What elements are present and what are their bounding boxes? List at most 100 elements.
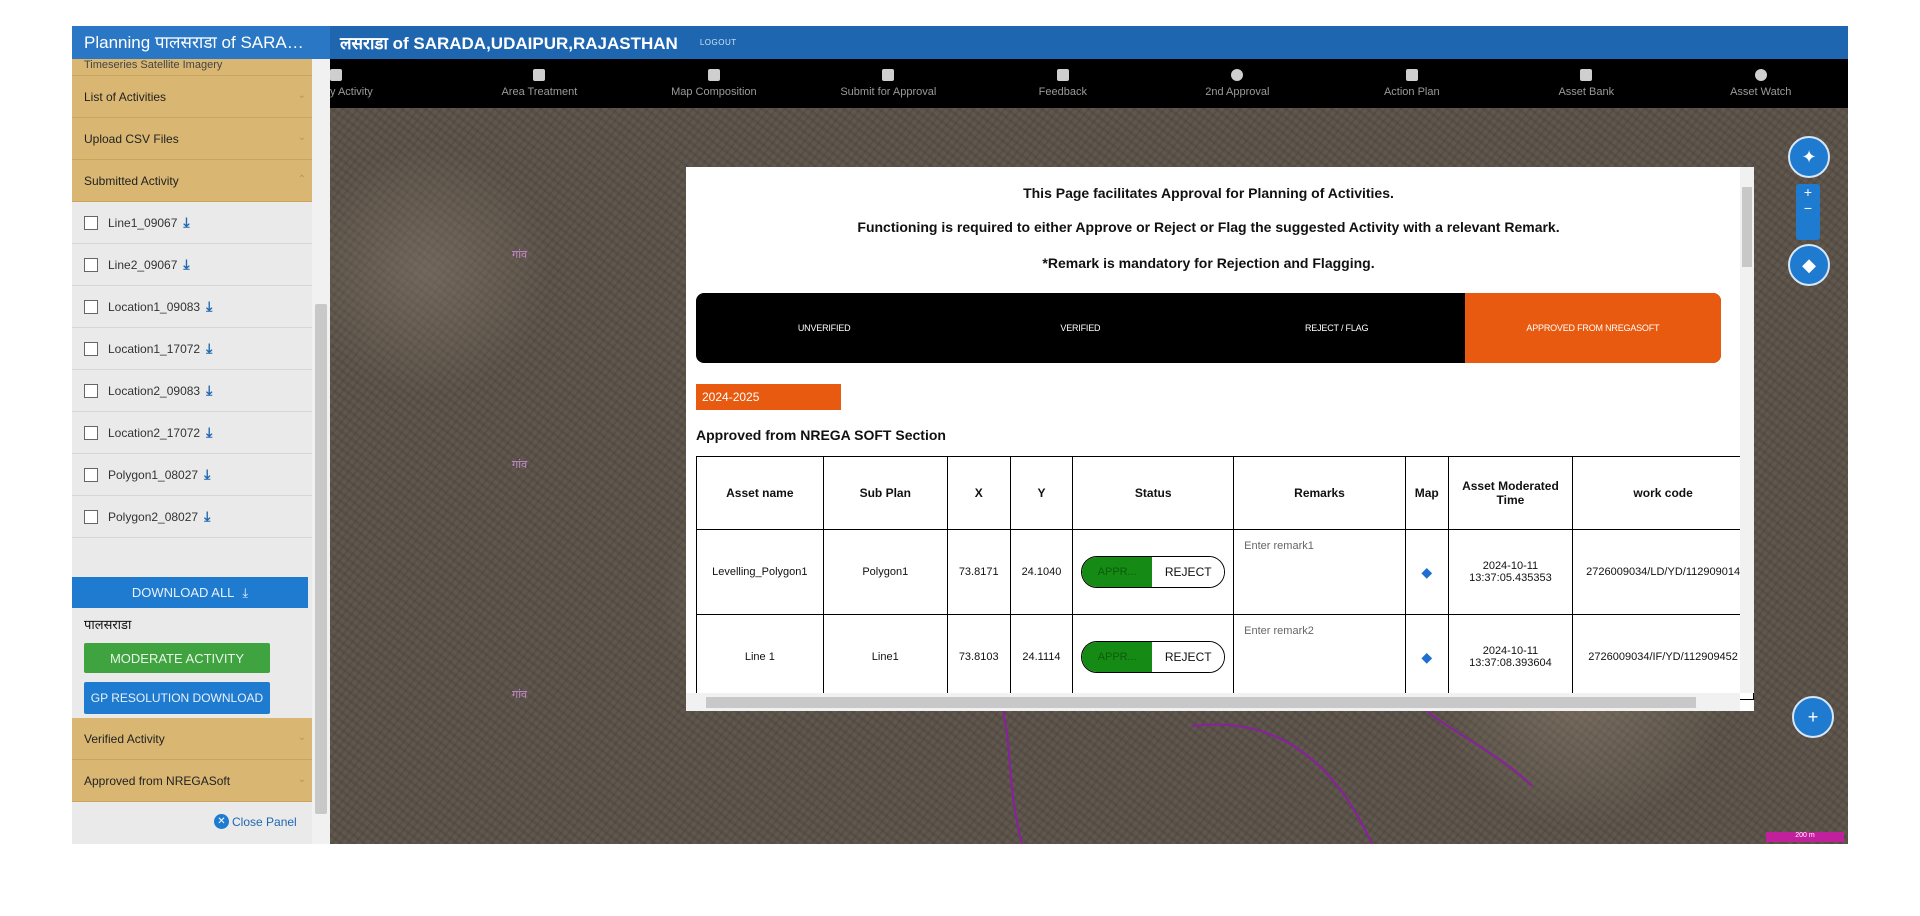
zoom-in-icon[interactable]: + [1796, 184, 1820, 200]
zoom-out-icon[interactable]: − [1796, 200, 1820, 216]
file-checkbox[interactable] [84, 215, 98, 230]
tool-asset-bank[interactable]: Asset Bank [1499, 59, 1673, 108]
moderated-time: 13:37:05.435353 [1469, 572, 1552, 584]
file-checkbox[interactable] [84, 509, 98, 524]
file-checkbox[interactable] [84, 341, 98, 356]
tool-area-treatment[interactable]: Area Treatment [452, 59, 626, 108]
file-item: Location1_09083 ⤓ [72, 286, 318, 328]
file-checkbox[interactable] [84, 299, 98, 314]
eye-icon [1754, 69, 1767, 81]
tool-asset-watch[interactable]: Asset Watch [1674, 59, 1848, 108]
section-title: Approved from NREGA SOFT Section [696, 427, 946, 443]
remark-input[interactable]: Enter remark2 [1233, 614, 1406, 700]
tool-2nd-approval[interactable]: 2nd Approval [1150, 59, 1324, 108]
file-item: Polygon2_08027 ⤓ [72, 496, 318, 538]
approve-option[interactable]: APPR... [1082, 642, 1153, 672]
accordion-list-of-activities[interactable]: List of Activities ⌄ [72, 76, 318, 118]
table-row: Levelling_Polygon1 Polygon1 73.8171 24.1… [696, 529, 1754, 615]
approve-option[interactable]: APPR... [1082, 557, 1153, 587]
accordion-verified-activity[interactable]: Verified Activity ⌄ [72, 718, 318, 760]
download-icon[interactable]: ⤓ [206, 298, 212, 315]
tab-unverified[interactable]: UNVERIFIED [696, 293, 952, 363]
approve-reject-toggle[interactable]: APPR... REJECT [1081, 641, 1226, 673]
cell-y: 24.1040 [1009, 529, 1074, 615]
status-tabs: UNVERIFIED VERIFIED REJECT / FLAG APPROV… [696, 293, 1721, 363]
col-asset-name: Asset name [696, 456, 824, 530]
gp-name: पालसराडा [84, 617, 132, 632]
download-icon[interactable]: ⤓ [183, 256, 189, 273]
col-moderated-time: Asset Moderated Time [1447, 456, 1574, 530]
reject-option[interactable]: REJECT [1152, 642, 1225, 672]
modal-horizontal-scrollbar[interactable] [686, 693, 1740, 711]
reject-option[interactable]: REJECT [1152, 557, 1225, 587]
file-checkbox[interactable] [84, 467, 98, 482]
download-icon[interactable]: ⤓ [183, 214, 189, 231]
approval-modal: This Page facilitates Approval for Plann… [686, 167, 1754, 711]
cell-x: 73.8171 [946, 529, 1011, 615]
accordion-submitted-activity[interactable]: Submitted Activity ⌃ [72, 160, 318, 202]
svg-text:गांव: गांव [512, 248, 528, 261]
area-icon [533, 69, 546, 81]
tool-map-composition[interactable]: Map Composition [627, 59, 801, 108]
cell-y: 24.1114 [1009, 614, 1074, 700]
tab-verified[interactable]: VERIFIED [952, 293, 1208, 363]
download-icon: ⤓ [242, 584, 249, 600]
cell-asset-name: Line 1 [696, 614, 824, 700]
col-x: X [946, 456, 1011, 530]
col-work-code: work code [1572, 456, 1754, 530]
download-icon[interactable]: ⤓ [204, 466, 210, 483]
file-item: Line2_09067 ⤓ [72, 244, 318, 286]
download-icon[interactable]: ⤓ [204, 508, 210, 525]
download-icon[interactable]: ⤓ [206, 340, 212, 357]
table-header-row: Asset name Sub Plan X Y Status Remarks M… [696, 456, 1754, 530]
gp-resolution-download-button[interactable]: GP RESOLUTION DOWNLOAD [84, 682, 270, 714]
approval-table: Asset name Sub Plan X Y Status Remarks M… [696, 456, 1754, 700]
year-selector[interactable]: 2024-2025 [696, 384, 841, 410]
approve-reject-toggle[interactable]: APPR... REJECT [1081, 556, 1226, 588]
moderated-time: 13:37:08.393604 [1469, 657, 1552, 669]
tool-activity[interactable]: y Activity [330, 59, 452, 108]
scrollbar-thumb[interactable] [1742, 187, 1752, 267]
file-checkbox[interactable] [84, 383, 98, 398]
zoom-control: + − [1796, 184, 1820, 240]
modal-instruction-line: Functioning is required to either Approv… [857, 219, 1560, 235]
bank-icon [1580, 69, 1593, 81]
accordion-upload-csv[interactable]: Upload CSV Files ⌄ [72, 118, 318, 160]
scrollbar-thumb[interactable] [706, 697, 1696, 708]
cell-map: ◆ [1404, 529, 1449, 615]
file-item: Location1_17072 ⤓ [72, 328, 318, 370]
cell-moderated-time: 2024-10-11 13:37:05.435353 [1447, 529, 1574, 615]
sidebar-scrollbar[interactable] [312, 59, 330, 844]
layers-icon[interactable]: ◆ [1421, 649, 1432, 665]
app-frame: गांव गांव गांव Planning पालसराडा of SARA… [72, 26, 1848, 844]
cell-asset-name: Levelling_Polygon1 [696, 529, 824, 615]
add-icon[interactable]: + [1792, 696, 1834, 738]
download-all-button[interactable]: DOWNLOAD ALL ⤓ [72, 577, 308, 608]
layers-toggle-icon[interactable]: ◆ [1788, 244, 1830, 286]
download-icon[interactable]: ⤓ [206, 424, 212, 441]
download-icon[interactable]: ⤓ [206, 382, 212, 399]
file-item: Polygon1_08027 ⤓ [72, 454, 318, 496]
chevron-down-icon: ⌄ [297, 774, 306, 785]
tool-submit-approval[interactable]: Submit for Approval [801, 59, 975, 108]
tab-approved-nregasoft[interactable]: APPROVED FROM NREGASOFT [1464, 293, 1721, 363]
tab-reject-flag[interactable]: REJECT / FLAG [1209, 293, 1465, 363]
moderate-activity-button[interactable]: MODERATE ACTIVITY [84, 643, 270, 673]
app-title: Planning पालसराडा of SARA… [72, 26, 330, 59]
tool-feedback[interactable]: Feedback [976, 59, 1150, 108]
compass-icon[interactable]: ✦ [1788, 136, 1830, 178]
file-item: Location2_17072 ⤓ [72, 412, 318, 454]
file-item: Location2_09083 ⤓ [72, 370, 318, 412]
file-checkbox[interactable] [84, 425, 98, 440]
scrollbar-thumb[interactable] [315, 304, 327, 814]
accordion-approved-nregasoft[interactable]: Approved from NREGASoft ⌄ [72, 760, 318, 802]
remark-input[interactable]: Enter remark1 [1233, 529, 1406, 615]
file-item: Line1_09067 ⤓ [72, 202, 318, 244]
accordion-timeseries[interactable]: Timeseries Satellite Imagery [72, 59, 318, 76]
close-panel-link[interactable]: ✕ Close Panel [214, 814, 297, 829]
modal-vertical-scrollbar[interactable] [1740, 167, 1754, 693]
logout-link[interactable]: LOGOUT [700, 38, 737, 47]
tool-action-plan[interactable]: Action Plan [1325, 59, 1499, 108]
layers-icon[interactable]: ◆ [1421, 564, 1432, 580]
file-checkbox[interactable] [84, 257, 98, 272]
